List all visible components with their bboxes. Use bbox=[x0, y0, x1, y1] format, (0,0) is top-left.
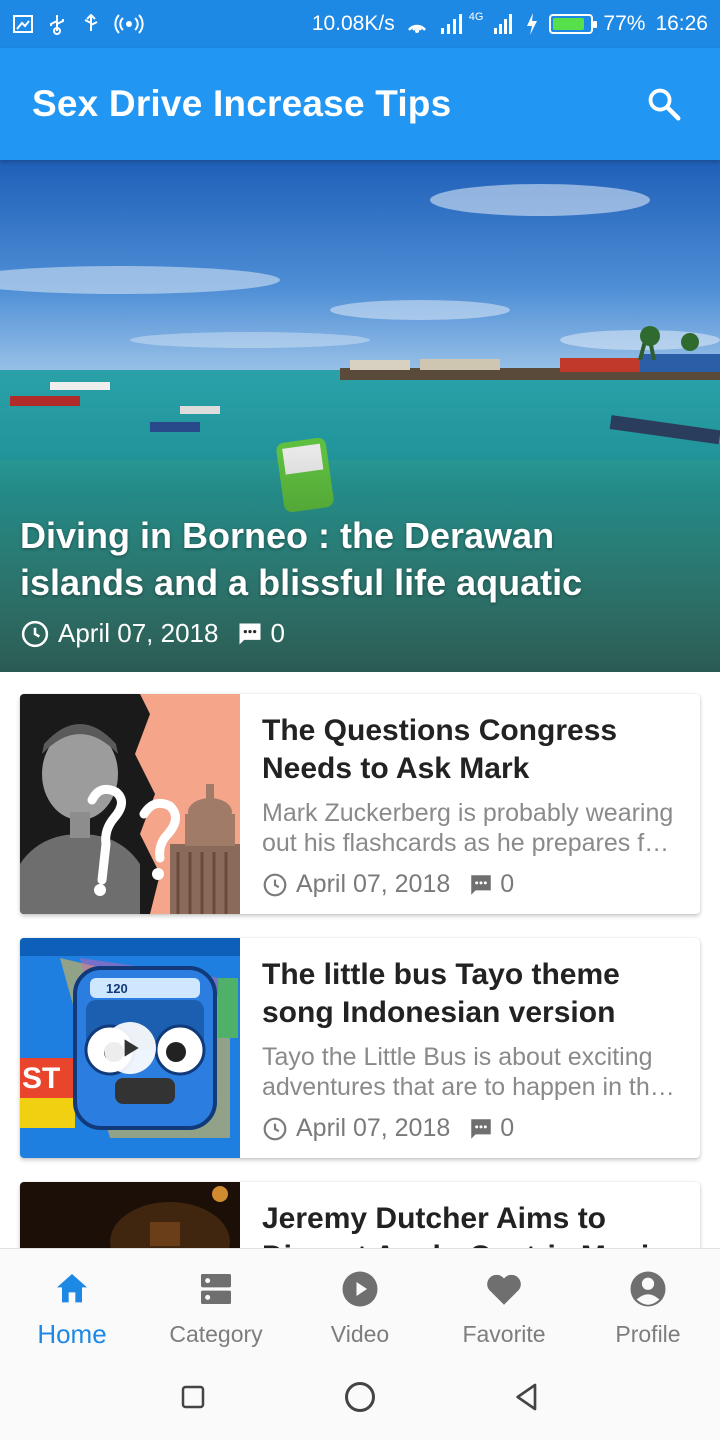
hotspot-icon bbox=[114, 14, 144, 34]
post-body: The Questions Congress Needs to Ask Mark… bbox=[240, 694, 700, 914]
recents-button[interactable] bbox=[169, 1373, 217, 1421]
featured-title: Diving in Borneo : the Derawan islands a… bbox=[20, 515, 583, 603]
nav-video-label: Video bbox=[330, 1321, 390, 1347]
account-circle-icon bbox=[627, 1265, 669, 1313]
clock-icon bbox=[262, 1116, 288, 1142]
status-system-icons: 10.08K/s 4G 77% 16:26 bbox=[311, 11, 708, 36]
nav-favorite[interactable]: Favorite bbox=[432, 1249, 576, 1354]
wifi-calling-icon bbox=[407, 24, 426, 33]
clock: 16:26 bbox=[655, 12, 708, 35]
post-thumbnail: ST 120 bbox=[20, 938, 240, 1158]
battery-icon bbox=[549, 14, 598, 34]
featured-post[interactable]: Diving in Borneo : the Derawan islands a… bbox=[0, 160, 720, 672]
comment-icon bbox=[468, 1116, 494, 1142]
nav-profile-label: Profile bbox=[615, 1321, 681, 1347]
bottom-navigation: Home Category Video Favorite Profile bbox=[0, 1248, 720, 1354]
play-icon bbox=[124, 1039, 139, 1057]
nav-favorite-label: Favorite bbox=[462, 1321, 546, 1347]
search-button[interactable] bbox=[640, 80, 688, 128]
usb-debug-icon bbox=[84, 13, 98, 31]
app-title: Sex Drive Increase Tips bbox=[32, 83, 452, 124]
post-title: The Questions Congress Needs to Ask Mark bbox=[262, 714, 618, 785]
charging-icon bbox=[527, 13, 538, 35]
app-bar: Sex Drive Increase Tips bbox=[0, 48, 720, 160]
category-icon bbox=[196, 1265, 236, 1313]
post-date: April 07, 2018 bbox=[296, 1114, 451, 1142]
screenshot-icon bbox=[13, 15, 33, 33]
post-date: April 07, 2018 bbox=[296, 870, 451, 898]
system-home-button[interactable] bbox=[336, 1373, 384, 1421]
post-excerpt: Tayo the Little Bus is about exciting ad… bbox=[262, 1043, 664, 1101]
featured-date: April 07, 2018 bbox=[58, 618, 219, 648]
featured-comment-count: 0 bbox=[270, 618, 285, 648]
comment-icon bbox=[468, 872, 494, 898]
heart-icon bbox=[483, 1265, 525, 1313]
system-navigation-bar bbox=[0, 1354, 720, 1440]
home-icon bbox=[52, 1265, 92, 1313]
thumb-badge-text: ST bbox=[22, 1062, 60, 1095]
nav-category-label: Category bbox=[169, 1321, 263, 1347]
search-icon bbox=[648, 88, 681, 121]
play-circle-icon bbox=[339, 1265, 381, 1313]
featured-meta: April 07, 2018 0 bbox=[20, 618, 285, 649]
post-comment-count: 0 bbox=[500, 870, 515, 898]
nav-home-label: Home bbox=[37, 1319, 107, 1349]
nav-profile[interactable]: Profile bbox=[576, 1249, 720, 1354]
post-card[interactable]: ST 120 The little bus Tayo theme song In… bbox=[20, 938, 700, 1158]
post-title: The little bus Tayo theme song Indonesia… bbox=[262, 958, 620, 1029]
post-body: The little bus Tayo theme song Indonesia… bbox=[240, 938, 700, 1158]
nav-home[interactable]: Home bbox=[0, 1249, 144, 1354]
post-comment-count: 0 bbox=[500, 1114, 515, 1142]
usb-icon bbox=[50, 15, 64, 35]
bus-number: 120 bbox=[106, 981, 128, 996]
network-type: 4G bbox=[468, 11, 484, 23]
clock-icon bbox=[20, 619, 50, 649]
back-icon bbox=[515, 1383, 536, 1411]
post-card[interactable]: The Questions Congress Needs to Ask Mark… bbox=[20, 694, 700, 914]
nav-video[interactable]: Video bbox=[288, 1249, 432, 1354]
post-meta: April 07, 2018 0 bbox=[262, 1114, 678, 1143]
battery-percent: 77% bbox=[603, 12, 646, 35]
comment-icon bbox=[236, 620, 264, 648]
post-thumbnail bbox=[20, 694, 240, 914]
status-notification-icons bbox=[12, 13, 144, 35]
back-button[interactable] bbox=[503, 1373, 551, 1421]
clock-icon bbox=[262, 872, 288, 898]
post-meta: April 07, 2018 0 bbox=[262, 870, 678, 899]
status-bar: 10.08K/s 4G 77% 16:26 bbox=[0, 0, 720, 48]
signal-icon bbox=[440, 14, 462, 34]
recents-icon bbox=[182, 1385, 205, 1409]
signal-4g-icon bbox=[494, 14, 513, 34]
home-circle-icon bbox=[344, 1382, 375, 1412]
nav-category[interactable]: Category bbox=[144, 1249, 288, 1354]
post-excerpt: Mark Zuckerberg is probably wearing out … bbox=[262, 799, 674, 857]
video-play-button[interactable] bbox=[104, 1022, 156, 1074]
network-speed: 10.08K/s bbox=[311, 12, 395, 35]
